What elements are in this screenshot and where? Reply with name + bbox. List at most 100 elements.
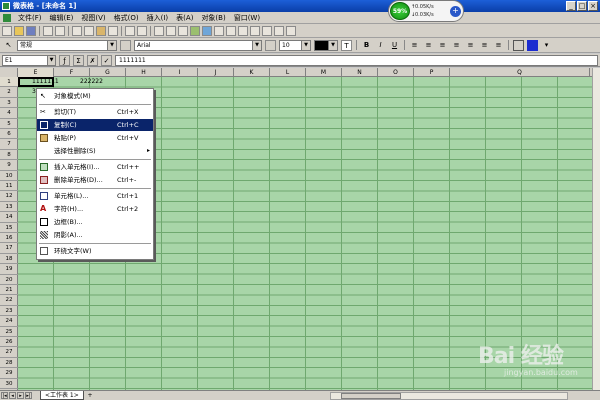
column-header-m[interactable]: M	[306, 68, 342, 77]
function-icon[interactable]	[178, 25, 188, 36]
menu-item-border[interactable]: 边框(B)...	[37, 216, 153, 228]
cell-f1[interactable]: 222222	[80, 77, 103, 87]
row-header-28[interactable]: 28	[0, 358, 18, 369]
bold-button[interactable]: B	[361, 40, 372, 51]
row-header-4[interactable]: 4	[0, 108, 18, 119]
menu-file[interactable]: 文件(F)	[14, 12, 46, 24]
minimize-button[interactable]: _	[566, 1, 576, 11]
row-header-2[interactable]: 2	[0, 87, 18, 98]
column-header-q[interactable]: Q	[450, 68, 590, 77]
font-select[interactable]: Arial ▼	[134, 39, 262, 51]
select-all-corner[interactable]	[0, 68, 18, 77]
dropdown-arrow-icon[interactable]: ▾	[541, 40, 552, 51]
row-header-30[interactable]: 30	[0, 379, 18, 389]
menu-item-character[interactable]: A 字符(H)... Ctrl+2	[37, 203, 153, 215]
menu-item-cell-format[interactable]: 单元格(L)... Ctrl+1	[37, 190, 153, 202]
image-icon[interactable]	[202, 25, 212, 36]
style-select[interactable]: 常规 ▼	[17, 39, 117, 51]
close-button[interactable]: ×	[588, 1, 598, 11]
draw-icon[interactable]	[262, 25, 272, 36]
menu-window[interactable]: 窗口(W)	[230, 12, 264, 24]
row-header-21[interactable]: 21	[0, 285, 18, 296]
font-color-icon[interactable]	[265, 39, 276, 51]
print-preview-icon[interactable]	[55, 25, 65, 36]
format-painter-icon[interactable]	[108, 25, 118, 36]
row-header-14[interactable]: 14	[0, 212, 18, 223]
align-center-icon[interactable]: ≡	[423, 40, 434, 51]
column-header-i[interactable]: I	[162, 68, 198, 77]
sort-icon[interactable]	[154, 25, 164, 36]
copy-icon[interactable]	[84, 25, 94, 36]
first-sheet-button[interactable]: |◂	[1, 392, 8, 399]
column-header-g[interactable]: G	[90, 68, 126, 77]
sum-icon[interactable]	[166, 25, 176, 36]
horizontal-scroll-thumb[interactable]	[341, 393, 401, 399]
fill-color-icon[interactable]	[527, 39, 538, 51]
row-header-18[interactable]: 18	[0, 254, 18, 265]
text-options-icon[interactable]: T	[341, 39, 352, 51]
menu-item-insert-cells[interactable]: 插入单元格(I)... Ctrl++	[37, 161, 153, 173]
maximize-button[interactable]: □	[577, 1, 587, 11]
table-icon[interactable]	[226, 25, 236, 36]
paste-icon[interactable]	[96, 25, 106, 36]
zoom-icon[interactable]	[286, 25, 296, 36]
menu-view[interactable]: 视图(V)	[77, 12, 109, 24]
row-header-15[interactable]: 15	[0, 223, 18, 233]
row-header-9[interactable]: 9	[0, 160, 18, 171]
color-select[interactable]: ▼	[314, 39, 338, 51]
row-header-27[interactable]: 27	[0, 347, 18, 358]
new-file-icon[interactable]	[2, 25, 12, 36]
menu-edit[interactable]: 编辑(E)	[46, 12, 78, 24]
align-middle-icon[interactable]: ≡	[479, 40, 490, 51]
column-header-j[interactable]: J	[198, 68, 234, 77]
menu-item-cut[interactable]: ✂ 剪切(T) Ctrl+X	[37, 106, 153, 118]
row-header-20[interactable]: 20	[0, 275, 18, 285]
menu-item-paste[interactable]: 粘贴(P) Ctrl+V	[37, 132, 153, 144]
font-size-select[interactable]: 10 ▼	[279, 39, 311, 51]
network-speed-widget[interactable]: 59% ↑ 0.05K/s ↓ 0.03K/s +	[388, 0, 464, 22]
row-header-16[interactable]: 16	[0, 233, 18, 244]
menu-insert[interactable]: 插入(I)	[143, 12, 173, 24]
align-bottom-icon[interactable]: ≡	[493, 40, 504, 51]
open-folder-icon[interactable]	[14, 25, 24, 36]
formula-input[interactable]: 1111111	[115, 54, 598, 66]
menu-item-selective-delete[interactable]: 选择性删除(S) ▸	[37, 145, 153, 157]
horizontal-scrollbar[interactable]	[330, 392, 568, 400]
function-wizard-icon[interactable]: ƒ	[59, 54, 70, 66]
object-icon[interactable]	[274, 25, 284, 36]
row-header-12[interactable]: 12	[0, 191, 18, 202]
sheet-tab-1[interactable]: <工作表 1>	[40, 391, 84, 400]
column-header-e[interactable]: E	[18, 68, 54, 77]
row-header-26[interactable]: 26	[0, 337, 18, 348]
cut-icon[interactable]	[72, 25, 82, 36]
row-header-1[interactable]: 1	[0, 77, 18, 88]
brush-icon[interactable]	[250, 25, 260, 36]
column-header-h[interactable]: H	[126, 68, 162, 77]
row-header-7[interactable]: 7	[0, 139, 18, 150]
accept-icon[interactable]: ✓	[101, 54, 112, 66]
row-header-6[interactable]: 6	[0, 129, 18, 140]
menu-object[interactable]: 对象(B)	[197, 12, 229, 24]
underline-button[interactable]: U	[389, 40, 400, 51]
row-header-10[interactable]: 10	[0, 171, 18, 181]
menu-item-delete-cells[interactable]: 删除单元格(D)... Ctrl+-	[37, 174, 153, 186]
row-header-22[interactable]: 22	[0, 295, 18, 306]
italic-button[interactable]: I	[375, 40, 386, 51]
prev-sheet-button[interactable]: ◂	[9, 392, 16, 399]
column-header-f[interactable]: F	[54, 68, 90, 77]
column-header-p[interactable]: P	[414, 68, 450, 77]
align-right-icon[interactable]: ≡	[437, 40, 448, 51]
menu-item-copy[interactable]: 复制(C) Ctrl+C	[37, 119, 153, 131]
cell-reference-box[interactable]: E1 ▼	[2, 54, 56, 66]
add-sheet-button[interactable]: +	[86, 391, 94, 400]
chart-icon[interactable]	[190, 25, 200, 36]
align-top-icon[interactable]: ≡	[465, 40, 476, 51]
borders-icon[interactable]	[513, 39, 524, 51]
document-icon[interactable]	[3, 13, 11, 22]
print-icon[interactable]	[43, 25, 53, 36]
justify-icon[interactable]: ≡	[451, 40, 462, 51]
undo-icon[interactable]	[125, 25, 135, 36]
menu-table[interactable]: 表(A)	[172, 12, 197, 24]
menu-format[interactable]: 格式(O)	[110, 12, 143, 24]
row-header-25[interactable]: 25	[0, 327, 18, 337]
